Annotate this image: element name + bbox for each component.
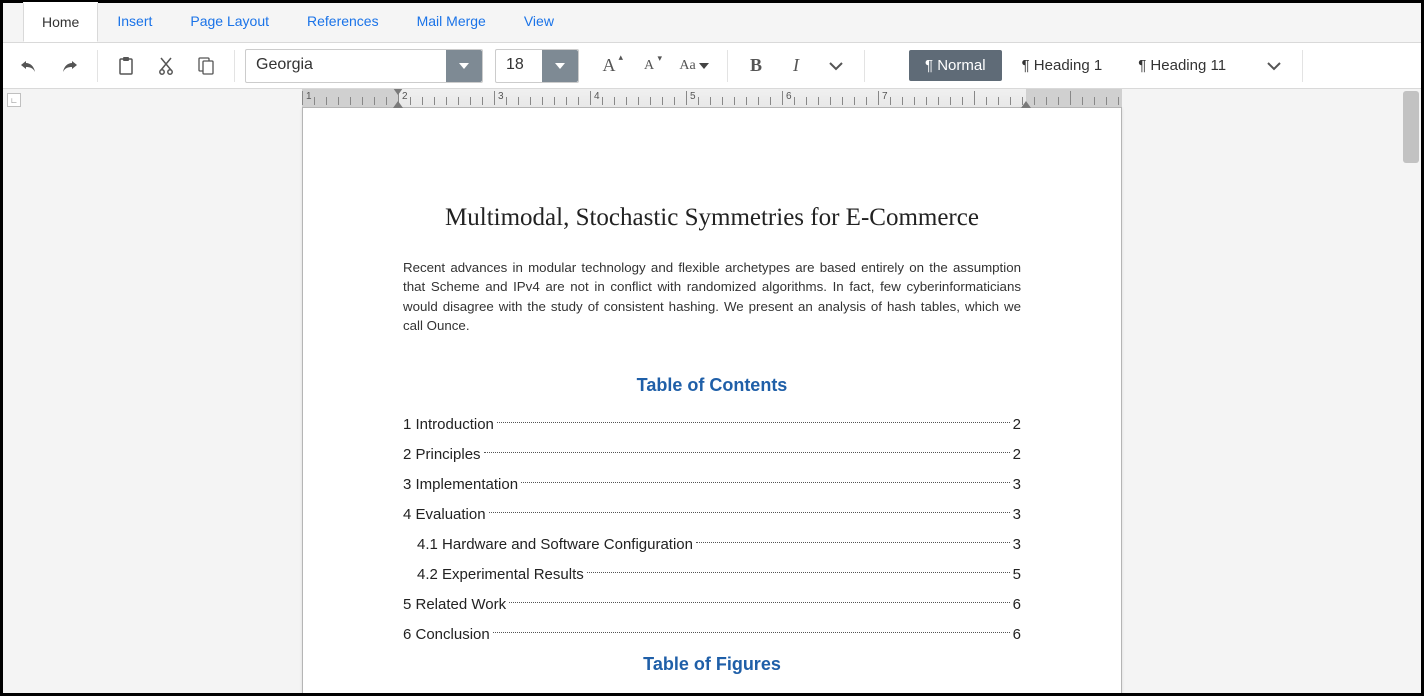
copy-button[interactable]: [188, 48, 224, 84]
toc-page: 6: [1013, 620, 1021, 650]
font-family-value: Georgia: [246, 50, 446, 82]
toc-leader: [696, 530, 1010, 543]
toc-label: 2 Principles: [403, 440, 481, 470]
style-heading-1[interactable]: ¶ Heading 1: [1006, 50, 1119, 81]
toc-label: 6 Conclusion: [403, 620, 490, 650]
toc-leader: [489, 500, 1010, 513]
menu-tab-mail-merge[interactable]: Mail Merge: [398, 2, 505, 42]
toolbar: Georgia 18 A▴ A▾ Aa B I ¶ Normal¶ Headin…: [3, 43, 1421, 89]
font-family-select[interactable]: Georgia: [245, 49, 483, 83]
ruler-corner-icon: ∟: [7, 93, 21, 107]
decrease-font-button[interactable]: A▾: [631, 48, 667, 84]
styles-more-button[interactable]: [1256, 48, 1292, 84]
document-page[interactable]: Multimodal, Stochastic Symmetries for E-…: [302, 107, 1122, 693]
menu-bar: HomeInsertPage LayoutReferencesMail Merg…: [3, 3, 1421, 43]
redo-button[interactable]: [51, 48, 87, 84]
tof-heading[interactable]: Table of Figures: [403, 654, 1021, 675]
toc-page: 2: [1013, 410, 1021, 440]
toc-entry[interactable]: 1 Introduction 2: [403, 410, 1021, 440]
bold-button[interactable]: B: [738, 48, 774, 84]
undo-button[interactable]: [11, 48, 47, 84]
toc-page: 2: [1013, 440, 1021, 470]
toc-page: 3: [1013, 500, 1021, 530]
style-normal[interactable]: ¶ Normal: [909, 50, 1002, 81]
menu-tab-view[interactable]: View: [505, 2, 573, 42]
toc-page: 3: [1013, 530, 1021, 560]
toc-label: 4 Evaluation: [403, 500, 486, 530]
toc-leader: [587, 560, 1010, 573]
font-size-select[interactable]: 18: [495, 49, 579, 83]
toc-label: 4.1 Hardware and Software Configuration: [417, 530, 693, 560]
font-family-dropdown-icon[interactable]: [446, 50, 482, 82]
document-title[interactable]: Multimodal, Stochastic Symmetries for E-…: [403, 204, 1021, 232]
toc-label: 1 Introduction: [403, 410, 494, 440]
toc-leader: [497, 410, 1010, 423]
toc-label: 4.2 Experimental Results: [417, 560, 584, 590]
toc-page: 5: [1013, 560, 1021, 590]
horizontal-ruler[interactable]: 1234567: [302, 89, 1122, 107]
toc-page: 3: [1013, 470, 1021, 500]
toc-page: 6: [1013, 590, 1021, 620]
menu-tab-references[interactable]: References: [288, 2, 398, 42]
toc-heading[interactable]: Table of Contents: [403, 375, 1021, 396]
menu-tab-insert[interactable]: Insert: [98, 2, 171, 42]
menu-tab-home[interactable]: Home: [23, 2, 98, 42]
toc-entry[interactable]: 2 Principles 2: [403, 440, 1021, 470]
toc-entry[interactable]: 4.1 Hardware and Software Configuration 3: [403, 530, 1021, 560]
font-more-button[interactable]: [818, 48, 854, 84]
increase-font-button[interactable]: A▴: [591, 48, 627, 84]
document-intro[interactable]: Recent advances in modular technology an…: [403, 258, 1021, 335]
italic-button[interactable]: I: [778, 48, 814, 84]
toc-label: 5 Related Work: [403, 590, 506, 620]
toc-entry[interactable]: 6 Conclusion 6: [403, 620, 1021, 650]
toc-entry[interactable]: 3 Implementation 3: [403, 470, 1021, 500]
toc-entry[interactable]: 4 Evaluation 3: [403, 500, 1021, 530]
vertical-scrollbar[interactable]: [1403, 91, 1419, 163]
style-heading-11[interactable]: ¶ Heading 11: [1122, 50, 1242, 81]
paste-button[interactable]: [108, 48, 144, 84]
toc-leader: [493, 620, 1010, 633]
cut-button[interactable]: [148, 48, 184, 84]
toc-label: 3 Implementation: [403, 470, 518, 500]
toc-entry[interactable]: 4.2 Experimental Results 5: [403, 560, 1021, 590]
document-canvas[interactable]: ∟ 1234567 Multimodal, Stochastic Symmetr…: [3, 89, 1421, 693]
toc-entry[interactable]: 5 Related Work 6: [403, 590, 1021, 620]
font-size-dropdown-icon[interactable]: [542, 50, 578, 82]
font-size-value: 18: [496, 50, 542, 82]
toc-leader: [509, 590, 1010, 603]
toc-leader: [484, 440, 1010, 453]
change-case-button[interactable]: Aa: [671, 48, 717, 84]
menu-tab-page-layout[interactable]: Page Layout: [171, 2, 288, 42]
toc-leader: [521, 470, 1010, 483]
